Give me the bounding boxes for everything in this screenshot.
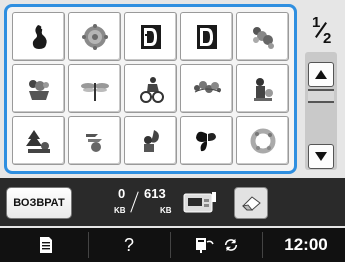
memory-used-value: 0: [118, 186, 126, 201]
arrow-up-icon: [315, 70, 327, 79]
memory-total-value: 613: [144, 186, 166, 201]
bird-pattern-icon: [85, 133, 102, 152]
round-ornament-pattern-icon: [81, 23, 108, 50]
arrow-down-icon: [315, 152, 327, 161]
rotate-icon: [224, 238, 238, 252]
pattern-grid: [12, 12, 289, 166]
vine-border-pattern-icon: [193, 80, 221, 93]
memory-clear-button[interactable]: [234, 187, 268, 219]
separator: [170, 232, 171, 258]
squirrel-pattern-icon: [143, 129, 159, 152]
pattern-cell[interactable]: [12, 64, 65, 113]
floral-spray-pattern-icon: [252, 26, 274, 49]
page-total: 2: [323, 30, 332, 47]
rider-pattern-icon: [139, 76, 164, 103]
wreath-pattern-icon: [250, 128, 275, 153]
pattern-cell[interactable]: [236, 116, 289, 165]
pattern-cell[interactable]: [180, 116, 233, 165]
document-icon: [40, 237, 52, 253]
sewing-machine-icon: [183, 192, 216, 213]
letter-d-monogram-pattern-icon: [196, 24, 217, 49]
cat-basket-pattern-icon: [28, 79, 49, 100]
thread-tension-button[interactable]: [180, 232, 254, 258]
pattern-cell[interactable]: [12, 12, 65, 61]
pattern-cell[interactable]: [236, 64, 289, 113]
document-button[interactable]: [15, 232, 77, 258]
separator: [88, 232, 89, 258]
pattern-cell[interactable]: [68, 64, 121, 113]
scroll-up-button[interactable]: [308, 62, 334, 87]
embroidery-selection-screen: 1 2 ВОЗВРАТ 0 KB 613 KB ? 12:00: [0, 0, 345, 262]
pattern-cell[interactable]: [236, 12, 289, 61]
pattern-cell[interactable]: [68, 116, 121, 165]
scroll-thumb[interactable]: [308, 89, 334, 103]
letter-d-monogram-pattern-icon: [140, 24, 161, 49]
pattern-cell[interactable]: [180, 64, 233, 113]
bottom-bar: ? 12:00: [0, 228, 345, 262]
pattern-cell[interactable]: [68, 12, 121, 61]
pattern-cell[interactable]: [124, 12, 177, 61]
scroll-down-button[interactable]: [308, 144, 334, 169]
action-bar: ВОЗВРАТ 0 KB 613 KB: [0, 178, 345, 226]
butterfly-pattern-icon: [195, 131, 216, 151]
clock: 12:00: [284, 235, 328, 254]
sitting-dog-pattern-icon: [32, 24, 47, 49]
pattern-cell[interactable]: [124, 116, 177, 165]
pattern-cell[interactable]: [124, 64, 177, 113]
pattern-cell[interactable]: [12, 116, 65, 165]
pattern-grid-panel: [4, 4, 297, 174]
help-button[interactable]: ?: [98, 232, 160, 258]
back-button[interactable]: ВОЗВРАТ: [6, 187, 72, 219]
memory-total-unit: KB: [160, 206, 172, 215]
pine-tree-pattern-icon: [25, 129, 50, 153]
eraser-icon: [241, 196, 261, 211]
page-indicator: 1 2: [303, 12, 339, 48]
separator: [262, 232, 263, 258]
memory-used-unit: KB: [114, 206, 126, 215]
memory-slash: [130, 191, 139, 213]
dragonfly-pattern-icon: [80, 82, 109, 101]
bear-pattern-icon: [253, 77, 273, 101]
pattern-cell[interactable]: [180, 12, 233, 61]
page-current: 1: [312, 14, 321, 31]
thread-spool-icon: [196, 238, 214, 253]
